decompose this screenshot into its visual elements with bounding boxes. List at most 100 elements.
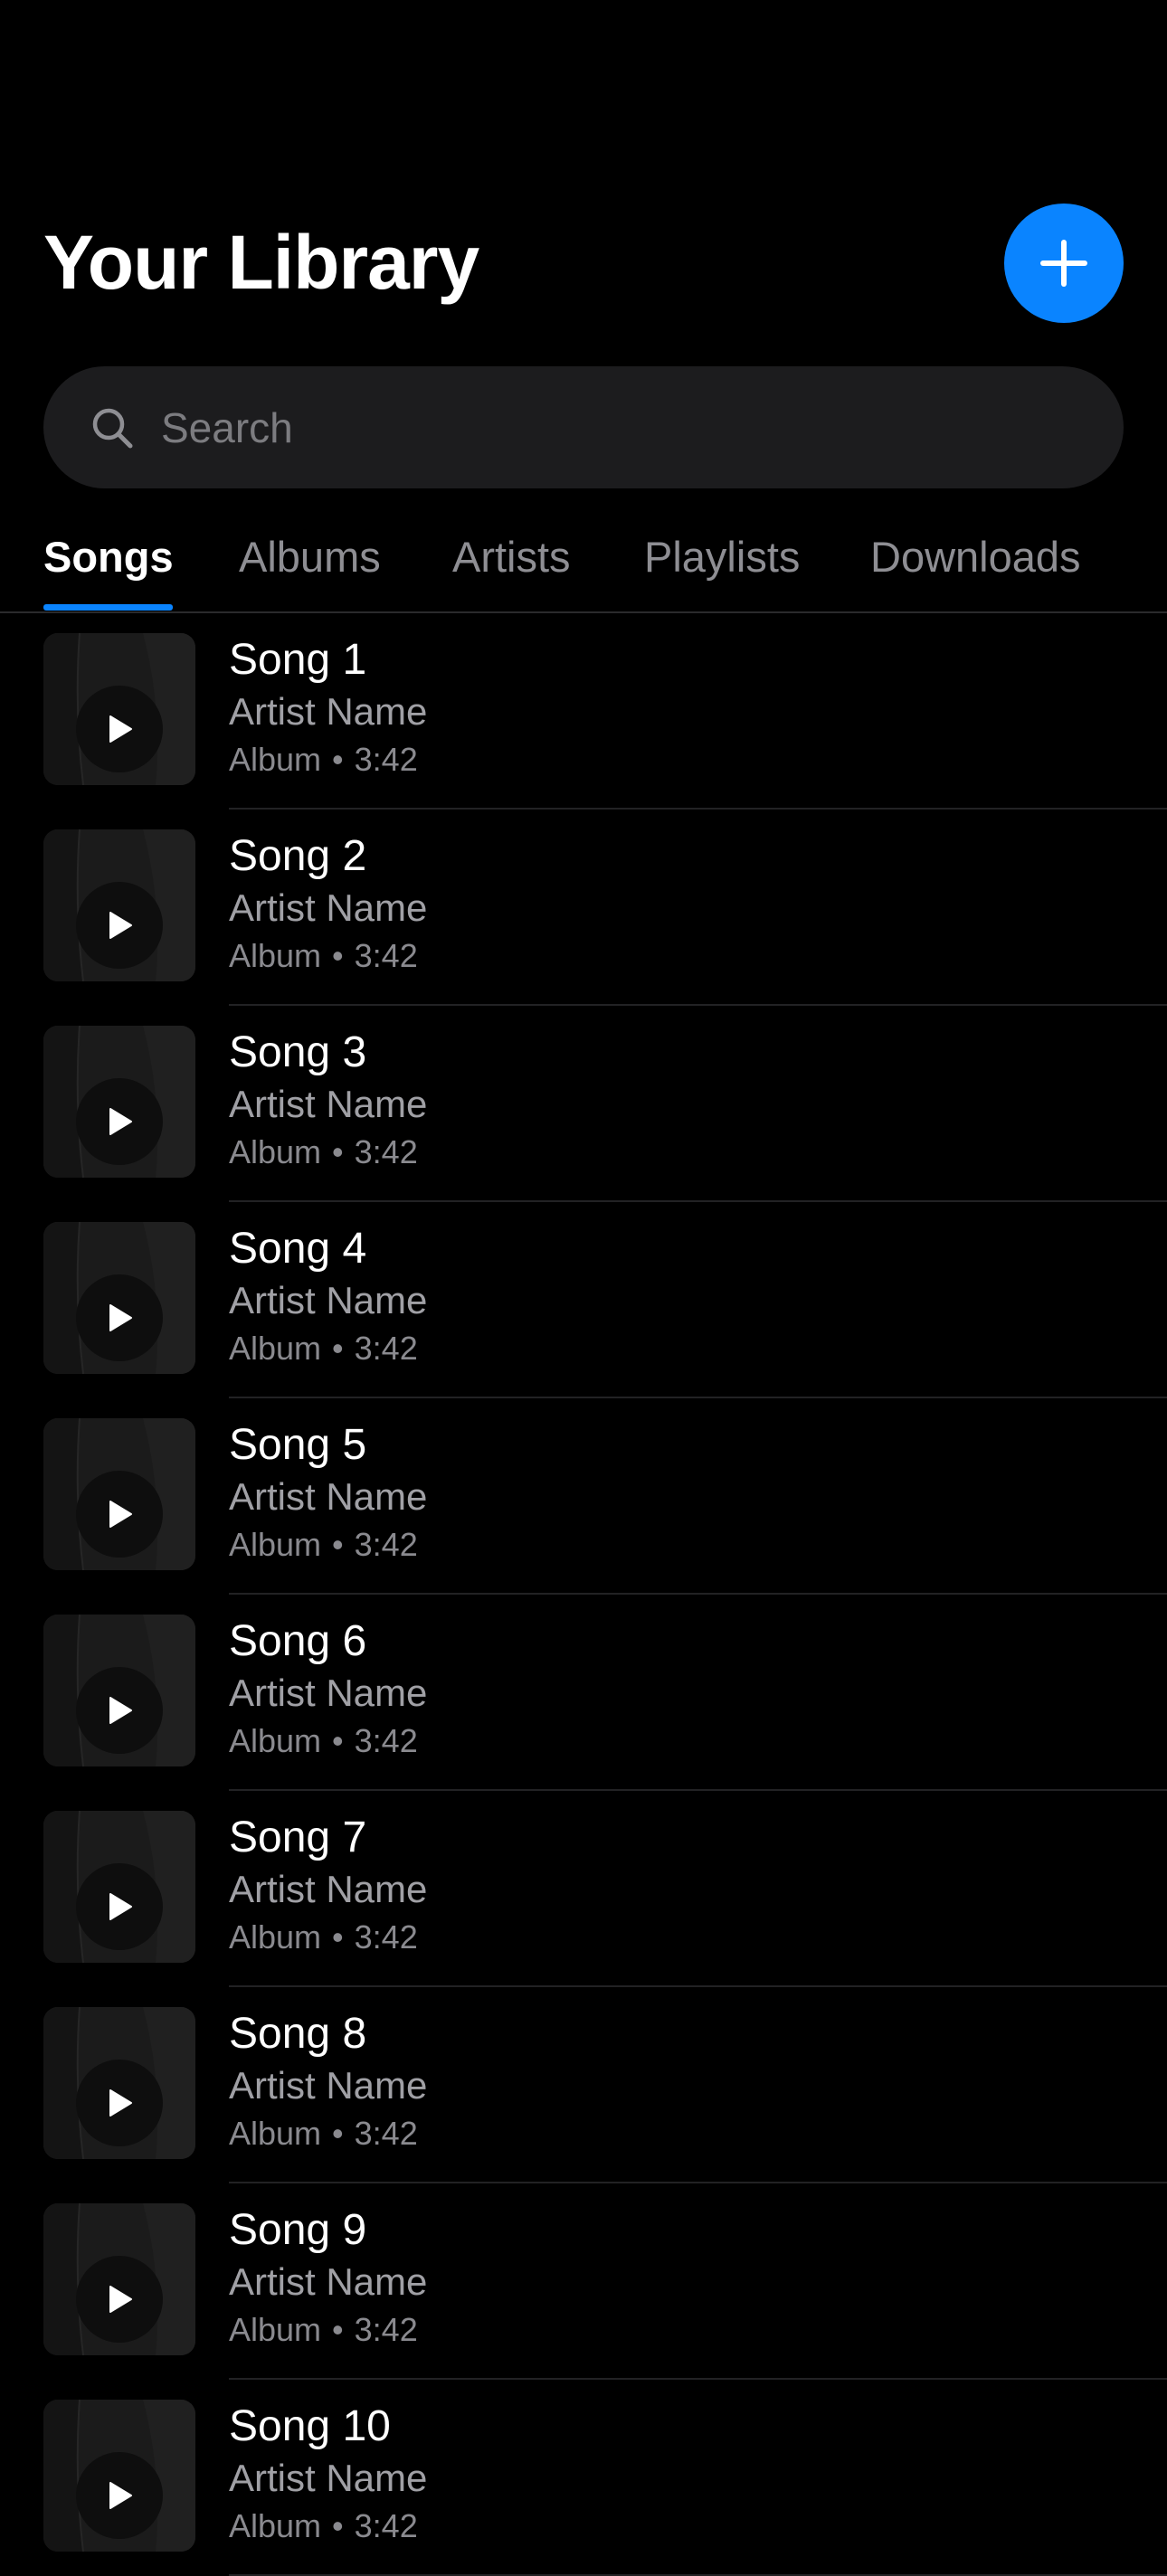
meta-separator: • [332, 1526, 344, 1563]
meta-separator: • [332, 2311, 344, 2348]
song-artist: Artist Name [229, 1279, 428, 1321]
song-artist: Artist Name [229, 1475, 428, 1518]
song-duration: 3:42 [354, 1133, 418, 1170]
play-icon [109, 2089, 132, 2117]
meta-separator: • [332, 1918, 344, 1956]
song-meta: Album • 3:42 [229, 934, 418, 978]
play-button[interactable] [76, 1667, 163, 1754]
song-artist: Artist Name [229, 690, 428, 733]
song-title: Song 4 [229, 1225, 367, 1273]
meta-separator: • [332, 741, 344, 778]
song-row[interactable]: Song 3 Artist Name Album • 3:42 [0, 1006, 1167, 1202]
song-artist: Artist Name [229, 886, 428, 929]
song-duration: 3:42 [354, 2311, 418, 2348]
song-title: Song 7 [229, 1814, 367, 1861]
song-duration: 3:42 [354, 741, 418, 778]
tab-albums[interactable]: Albums [239, 525, 381, 611]
play-button[interactable] [76, 2060, 163, 2146]
song-row[interactable]: Song 1 Artist Name Album • 3:42 [0, 613, 1167, 810]
song-album: Album [229, 1722, 322, 1759]
song-artist: Artist Name [229, 1083, 428, 1125]
meta-separator: • [332, 1722, 344, 1759]
song-duration: 3:42 [354, 1526, 418, 1563]
song-duration: 3:42 [354, 937, 418, 974]
album-artwork[interactable] [43, 1811, 195, 1963]
song-album: Album [229, 937, 322, 974]
album-artwork[interactable] [43, 2203, 195, 2355]
song-row[interactable]: Song 2 Artist Name Album • 3:42 [0, 810, 1167, 1006]
play-icon [109, 1108, 132, 1135]
play-button[interactable] [76, 2452, 163, 2539]
album-artwork[interactable] [43, 1615, 195, 1766]
song-duration: 3:42 [354, 1330, 418, 1367]
song-title: Song 6 [229, 1617, 367, 1665]
play-icon [109, 2482, 132, 2509]
play-icon [109, 2286, 132, 2313]
song-meta: Album • 3:42 [229, 2505, 418, 2548]
play-button[interactable] [76, 686, 163, 772]
album-artwork[interactable] [43, 1418, 195, 1570]
tab-playlists[interactable]: Playlists [644, 525, 800, 611]
song-row[interactable]: Song 7 Artist Name Album • 3:42 [0, 1791, 1167, 1987]
song-album: Album [229, 2115, 322, 2152]
play-button[interactable] [76, 882, 163, 969]
play-icon [109, 912, 132, 939]
album-artwork[interactable] [43, 633, 195, 785]
song-duration: 3:42 [354, 2507, 418, 2544]
tab-songs[interactable]: Songs [43, 525, 174, 611]
add-button[interactable] [1004, 204, 1124, 323]
play-icon [109, 1697, 132, 1724]
song-artist: Artist Name [229, 2457, 428, 2499]
meta-separator: • [332, 2507, 344, 2544]
song-row[interactable]: Song 10 Artist Name Album • 3:42 [0, 2380, 1167, 2576]
song-meta: Album • 3:42 [229, 1131, 418, 1174]
song-title: Song 8 [229, 2010, 367, 2058]
song-title: Song 10 [229, 2402, 391, 2450]
song-title: Song 9 [229, 2206, 367, 2254]
song-meta: Album • 3:42 [229, 1719, 418, 1763]
play-icon [109, 1304, 132, 1331]
song-row[interactable]: Song 9 Artist Name Album • 3:42 [0, 2183, 1167, 2380]
album-artwork[interactable] [43, 1222, 195, 1374]
song-row[interactable]: Song 8 Artist Name Album • 3:42 [0, 1987, 1167, 2183]
song-artist: Artist Name [229, 2064, 428, 2107]
play-button[interactable] [76, 2256, 163, 2343]
song-artist: Artist Name [229, 1672, 428, 1714]
song-title: Song 2 [229, 832, 367, 880]
meta-separator: • [332, 1330, 344, 1367]
song-album: Album [229, 741, 322, 778]
song-duration: 3:42 [354, 2115, 418, 2152]
song-meta: Album • 3:42 [229, 1327, 418, 1370]
play-icon [109, 715, 132, 743]
album-artwork[interactable] [43, 829, 195, 981]
song-artist: Artist Name [229, 1868, 428, 1910]
song-album: Album [229, 1133, 322, 1170]
play-button[interactable] [76, 1274, 163, 1361]
play-button[interactable] [76, 1078, 163, 1165]
song-duration: 3:42 [354, 1722, 418, 1759]
search-bar[interactable] [43, 366, 1124, 488]
song-meta: Album • 3:42 [229, 1523, 418, 1567]
song-row[interactable]: Song 5 Artist Name Album • 3:42 [0, 1398, 1167, 1595]
song-title: Song 3 [229, 1028, 367, 1076]
search-icon [90, 406, 134, 450]
song-meta: Album • 3:42 [229, 1916, 418, 1959]
meta-separator: • [332, 937, 344, 974]
song-title: Song 5 [229, 1421, 367, 1469]
album-artwork[interactable] [43, 2007, 195, 2159]
tab-downloads[interactable]: Downloads [870, 525, 1081, 611]
song-album: Album [229, 1526, 322, 1563]
library-tabs: Songs Albums Artists Playlists Downloads [0, 525, 1167, 613]
song-album: Album [229, 1918, 322, 1956]
search-input[interactable] [161, 391, 975, 464]
play-button[interactable] [76, 1863, 163, 1950]
song-album: Album [229, 2507, 322, 2544]
song-row[interactable]: Song 6 Artist Name Album • 3:42 [0, 1595, 1167, 1791]
song-row[interactable]: Song 4 Artist Name Album • 3:42 [0, 1202, 1167, 1398]
play-icon [109, 1501, 132, 1528]
play-button[interactable] [76, 1471, 163, 1558]
tab-artists[interactable]: Artists [452, 525, 571, 611]
song-duration: 3:42 [354, 1918, 418, 1956]
album-artwork[interactable] [43, 1026, 195, 1178]
song-album: Album [229, 1330, 322, 1367]
